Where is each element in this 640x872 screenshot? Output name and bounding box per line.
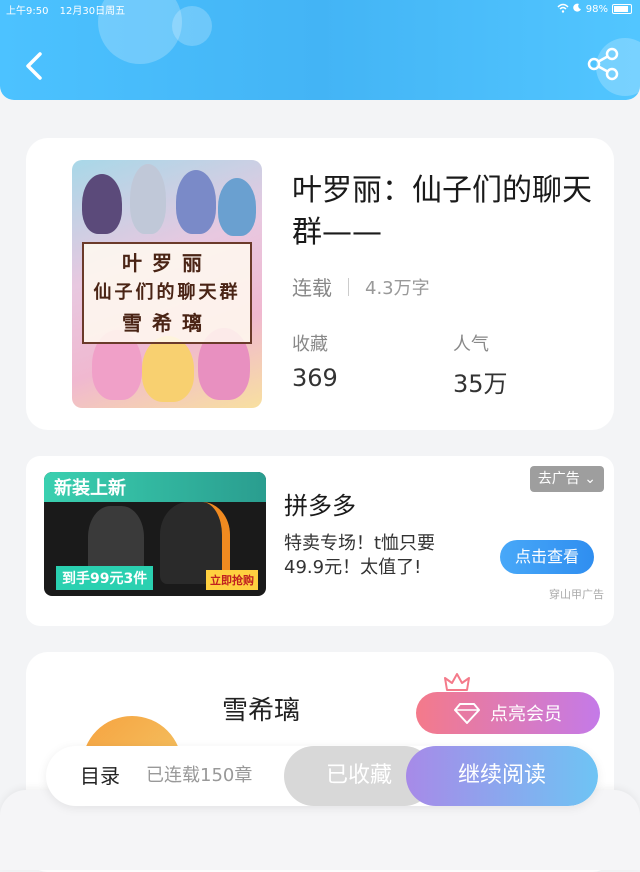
cover-figure	[142, 336, 194, 402]
cover-title-line3: 雪希璃	[122, 311, 212, 335]
remove-ad-label: 去广告	[537, 471, 580, 487]
chevron-down-icon: ⌄	[584, 471, 596, 487]
cover-figure	[82, 174, 122, 234]
continue-reading-button[interactable]: 继续阅读	[406, 746, 598, 806]
book-meta: 连载 4.3万字	[292, 272, 430, 301]
battery-icon	[612, 4, 632, 14]
popularity-label: 人气	[453, 334, 489, 355]
ad-source: 穿山甲广告	[549, 588, 604, 601]
ad-name: 拼多多	[284, 492, 356, 520]
ad-description: 特卖专场！t恤只要49.9元！太值了!	[284, 533, 436, 578]
vip-button[interactable]: 点亮会员	[416, 692, 600, 734]
status-bar: 上午9:50 12月30日周五 98%	[6, 2, 632, 17]
share-icon	[587, 47, 619, 81]
cover-title-line1: 叶罗丽	[122, 251, 212, 275]
cover-figure	[130, 164, 166, 234]
serial-status: 已连载150章	[146, 765, 253, 786]
moon-icon	[573, 3, 582, 15]
diamond-icon	[454, 703, 480, 724]
header: 上午9:50 12月30日周五 98%	[0, 0, 640, 100]
cover-title-line2: 仙子们的聊天群	[93, 282, 241, 303]
crown-icon	[444, 673, 470, 691]
ad-view-button[interactable]: 点击查看	[500, 540, 594, 574]
ad-image[interactable]: 新装上新 到手99元3件 立即抢购	[44, 472, 266, 596]
popularity-stat: 人气 35万	[453, 330, 508, 399]
back-button[interactable]	[16, 46, 56, 86]
catalog-button[interactable]: 目录	[80, 746, 120, 806]
ad-image-price: 到手99元3件	[56, 566, 154, 590]
ad-image-tag: 立即抢购	[206, 570, 258, 590]
book-info-card: 叶罗丽 仙子们的聊天群 雪希璃 叶罗丽：仙子们的聊天群—— 连载 4.3万字 收…	[26, 138, 614, 430]
chevron-left-icon	[26, 52, 42, 80]
wifi-icon	[557, 3, 569, 16]
bottom-action-bar: 目录 已连载150章 已收藏 继续阅读	[46, 746, 598, 806]
cover-figure	[218, 178, 256, 236]
book-status: 连载	[292, 276, 332, 300]
status-time: 上午9:50	[6, 6, 49, 17]
word-count: 4.3万字	[365, 277, 430, 299]
remove-ad-button[interactable]: 去广告 ⌄	[529, 466, 604, 492]
ad-card[interactable]: 新装上新 到手99元3件 立即抢购 拼多多 特卖专场！t恤只要49.9元！太值了…	[26, 456, 614, 626]
share-button[interactable]	[584, 44, 624, 84]
cover-figure	[176, 170, 216, 234]
status-date: 12月30日周五	[59, 6, 126, 17]
book-title: 叶罗丽：仙子们的聊天群——	[292, 173, 592, 250]
author-name: 雪希璃	[222, 696, 301, 726]
ad-image-headline: 新装上新	[54, 478, 126, 499]
cover-title-banner: 叶罗丽 仙子们的聊天群 雪希璃	[82, 242, 252, 344]
vip-label: 点亮会员	[490, 704, 562, 725]
favorites-label: 收藏	[292, 334, 328, 355]
battery-percent: 98%	[585, 3, 608, 15]
favorites-value: 369	[292, 364, 338, 392]
divider	[348, 277, 349, 296]
favorites-stat: 收藏 369	[292, 330, 338, 392]
book-cover[interactable]: 叶罗丽 仙子们的聊天群 雪希璃	[72, 160, 262, 408]
popularity-value: 35万	[453, 370, 508, 398]
